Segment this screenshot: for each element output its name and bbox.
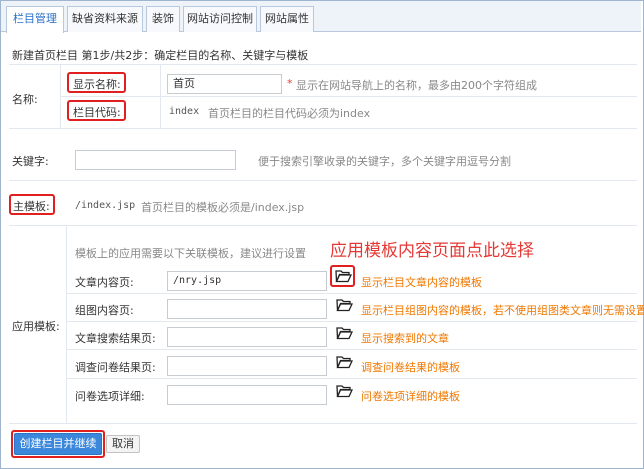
survey-results-page-label: 调查问卷结果页: — [75, 361, 156, 374]
article-search-results-label: 文章搜索结果页: — [75, 332, 156, 345]
divider — [9, 180, 637, 181]
divider — [67, 378, 637, 379]
folder-open-icon[interactable] — [336, 326, 353, 340]
folder-open-icon[interactable] — [336, 355, 353, 369]
survey-option-detail-hint: 问卷选项详细的模板 — [361, 390, 460, 403]
main-template-hint: 首页栏目的模板必须是/index.jsp — [141, 201, 305, 214]
folder-open-icon[interactable] — [336, 384, 353, 398]
display-name-hint: 显示在网站导航上的名称，最多由200个字符组成 — [296, 79, 537, 92]
display-name-label: 显示名称: — [73, 78, 121, 91]
tab-decoration[interactable]: 装饰 — [146, 6, 180, 32]
gallery-content-page-label: 组图内容页: — [75, 304, 134, 317]
gallery-content-page-hint: 显示栏目组图内容的模板，若不使用组图类文章则无需设置 — [361, 304, 644, 317]
annotation-text: 应用模板内容页面点此选择 — [330, 241, 534, 261]
divider — [9, 423, 637, 424]
divider — [9, 64, 637, 65]
column-code-hint: 首页栏目的栏目代码必须为index — [208, 107, 371, 120]
app-template-note: 模板上的应用需要以下关联模板，建议进行设置 — [75, 247, 306, 260]
article-content-page-hint: 显示栏目文章内容的模板 — [361, 276, 482, 289]
folder-open-icon[interactable] — [336, 298, 353, 312]
cancel-button[interactable]: 取消 — [106, 435, 140, 453]
divider — [67, 321, 637, 322]
article-search-results-input[interactable] — [167, 327, 327, 347]
keyword-hint: 便于搜索引擎收录的关键字，多个关键字用逗号分割 — [258, 155, 511, 168]
display-name-field[interactable]: 首页 — [167, 74, 282, 94]
keyword-input[interactable] — [75, 150, 236, 170]
divider — [67, 349, 637, 350]
survey-option-detail-input[interactable] — [167, 385, 327, 405]
article-content-page-input[interactable]: /nry.jsp — [167, 271, 327, 291]
divider — [66, 225, 67, 423]
divider — [67, 293, 637, 294]
tab-site-properties[interactable]: 网站属性 — [260, 6, 314, 32]
column-code-label: 栏目代码: — [73, 106, 121, 119]
tab-default-source[interactable]: 缺省资料来源 — [67, 6, 143, 32]
main-template-label: 主模板: — [13, 200, 50, 213]
create-and-continue-button[interactable]: 创建栏目并继续 — [14, 433, 102, 455]
gallery-content-page-input[interactable] — [167, 299, 327, 319]
survey-results-page-input[interactable] — [167, 356, 327, 376]
column-code-value: index — [169, 106, 200, 117]
article-search-results-hint: 显示搜索到的文章 — [361, 332, 449, 345]
keyword-label: 关键字: — [12, 155, 49, 168]
tab-access-control[interactable]: 网站访问控制 — [183, 6, 257, 32]
folder-open-icon[interactable] — [335, 269, 352, 283]
tab-column-management[interactable]: 栏目管理 — [6, 6, 64, 33]
app-template-group-label: 应用模板: — [12, 320, 60, 333]
divider — [61, 96, 637, 97]
step-indicator: 新建首页栏目 第1步/共2步：确定栏目的名称、关键字与模板 — [12, 49, 309, 62]
article-content-page-label: 文章内容页: — [75, 276, 134, 289]
divider — [9, 128, 637, 129]
main-template-value: /index.jsp — [75, 200, 136, 211]
name-group-label: 名称: — [12, 93, 38, 106]
divider — [9, 225, 637, 226]
survey-option-detail-label: 问卷选项详细: — [75, 390, 145, 403]
survey-results-page-hint: 调查问卷结果的模板 — [361, 361, 460, 374]
tab-bar: 栏目管理 缺省资料来源 装饰 网站访问控制 网站属性 — [1, 1, 641, 33]
required-marker: * — [287, 77, 293, 90]
